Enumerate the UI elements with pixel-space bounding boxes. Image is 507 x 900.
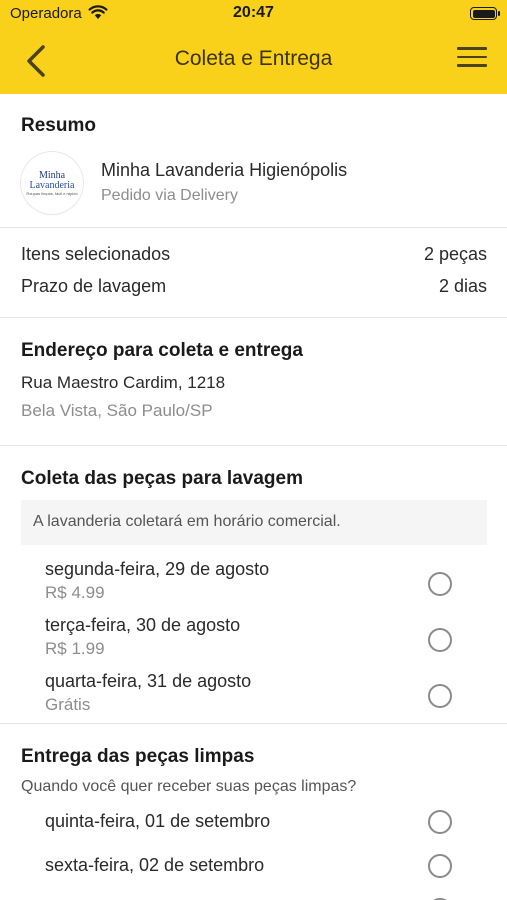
address-line1: Rua Maestro Cardim, 1218 <box>21 373 226 392</box>
page-title: Coleta e Entrega <box>174 47 333 70</box>
menu-icon-bar <box>457 55 487 58</box>
delivery-radio[interactable] <box>428 854 452 878</box>
menu-button[interactable] <box>457 47 487 73</box>
items-label: Itens selecionados <box>21 244 171 264</box>
pickup-radio[interactable] <box>428 572 452 596</box>
delivery-question: Quando você quer receber suas peças limp… <box>21 778 357 795</box>
menu-icon-bar <box>457 47 487 50</box>
delivery-title: Entrega das peças limpas <box>21 746 255 767</box>
order-type: Pedido via Delivery <box>101 187 238 204</box>
wash-time-label: Prazo de lavagem <box>21 276 167 296</box>
main-content[interactable]: Resumo Minha Lavanderia Roupas limpas, f… <box>0 94 507 900</box>
address-section: Endereço para coleta e entrega Rua Maest… <box>0 318 507 446</box>
items-value: 2 peças <box>423 244 487 264</box>
store-name: Minha Lavanderia Higienópolis <box>101 160 348 180</box>
pickup-title: Coleta das peças para lavagem <box>21 468 303 489</box>
summary-title: Resumo <box>21 115 96 136</box>
address-title: Endereço para coleta e entrega <box>21 340 303 361</box>
address-line2: Bela Vista, São Paulo/SP <box>21 401 213 420</box>
pickup-radio[interactable] <box>428 684 452 708</box>
logo-tagline: Roupas limpas, fácil e rápido <box>26 190 78 196</box>
store-logo: Minha Lavanderia Roupas limpas, fácil e … <box>21 152 83 214</box>
battery-icon <box>470 7 500 20</box>
app-header: Operadora 20:47 Coleta e Entrega <box>0 0 507 94</box>
logo-text: Minha <box>38 169 66 181</box>
pickup-notice: A lavanderia coletará em horário comerci… <box>21 500 487 545</box>
wash-time-value: 2 dias <box>438 276 487 296</box>
summary-section: Resumo Minha Lavanderia Roupas limpas, f… <box>0 94 507 228</box>
delivery-section: Entrega das peças limpas Quando você que… <box>0 724 507 900</box>
status-bar: Operadora 20:47 <box>0 0 507 28</box>
delivery-radio[interactable] <box>428 810 452 834</box>
pickup-radio[interactable] <box>428 628 452 652</box>
clock: 20:47 <box>233 4 274 21</box>
items-row: Itens selecionados 2 peças <box>21 244 487 265</box>
logo-text: Lavanderia <box>29 179 75 191</box>
menu-icon-bar <box>457 64 487 67</box>
order-info-section: Itens selecionados 2 peças Prazo de lava… <box>0 228 507 318</box>
wash-time-row: Prazo de lavagem 2 dias <box>21 276 487 297</box>
pickup-section: Coleta das peças para lavagem A lavander… <box>0 446 507 724</box>
